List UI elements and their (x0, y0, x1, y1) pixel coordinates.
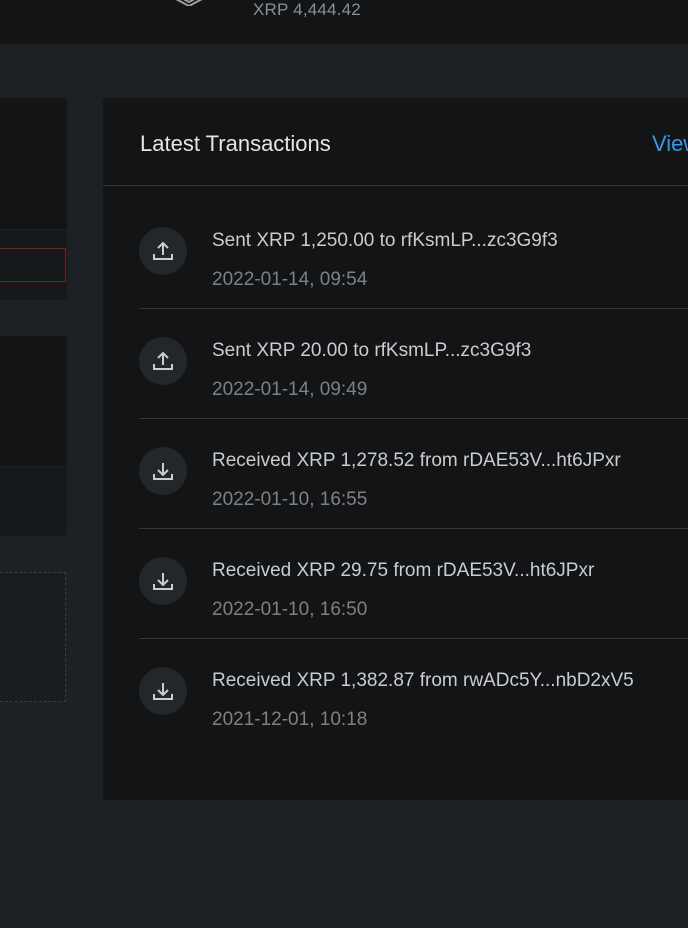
panel-header: Latest Transactions View (103, 98, 688, 186)
top-bar: XRP 4,444.42 (0, 0, 688, 44)
left-dropzone[interactable] (0, 572, 66, 702)
latest-transactions-panel: Latest Transactions View Sent XRP 1,250.… (103, 98, 688, 800)
upload-icon (139, 337, 187, 385)
wallet-balance: XRP 4,444.42 (253, 0, 361, 19)
download-icon (139, 557, 187, 605)
transaction-timestamp: 2022-01-10, 16:50 (212, 599, 368, 620)
transaction-row[interactable]: Sent XRP 20.00 to rfKsmLP...zc3G9f3 2022… (139, 309, 688, 419)
left-card-footer (0, 230, 67, 300)
transaction-row[interactable]: Received XRP 1,382.87 from rwADc5Y...nbD… (139, 639, 688, 748)
download-icon (139, 667, 187, 715)
transaction-description: Received XRP 29.75 from rDAE53V...ht6JPx… (212, 560, 595, 581)
left-card-top (0, 98, 67, 229)
transaction-timestamp: 2022-01-10, 16:55 (212, 489, 368, 510)
transaction-row[interactable]: Received XRP 1,278.52 from rDAE53V...ht6… (139, 419, 688, 529)
transaction-list: Sent XRP 1,250.00 to rfKsmLP...zc3G9f3 2… (139, 199, 688, 748)
left-card-middle-footer (0, 467, 67, 536)
transaction-description: Received XRP 1,278.52 from rDAE53V...ht6… (212, 450, 621, 471)
upload-icon (139, 227, 187, 275)
transaction-description: Sent XRP 20.00 to rfKsmLP...zc3G9f3 (212, 340, 532, 361)
transaction-description: Received XRP 1,382.87 from rwADc5Y...nbD… (212, 670, 634, 691)
transaction-timestamp: 2022-01-14, 09:54 (212, 269, 368, 290)
left-card-middle (0, 336, 67, 466)
error-field[interactable] (0, 248, 66, 282)
view-all-link[interactable]: View (652, 131, 688, 157)
transaction-row[interactable]: Received XRP 29.75 from rDAE53V...ht6JPx… (139, 529, 688, 639)
panel-title: Latest Transactions (140, 131, 331, 156)
transaction-timestamp: 2022-01-14, 09:49 (212, 379, 368, 400)
download-icon (139, 447, 187, 495)
transaction-timestamp: 2021-12-01, 10:18 (212, 709, 368, 730)
transaction-row[interactable]: Sent XRP 1,250.00 to rfKsmLP...zc3G9f3 2… (139, 199, 688, 309)
transaction-description: Sent XRP 1,250.00 to rfKsmLP...zc3G9f3 (212, 230, 558, 251)
wallet-icon (175, 0, 203, 6)
